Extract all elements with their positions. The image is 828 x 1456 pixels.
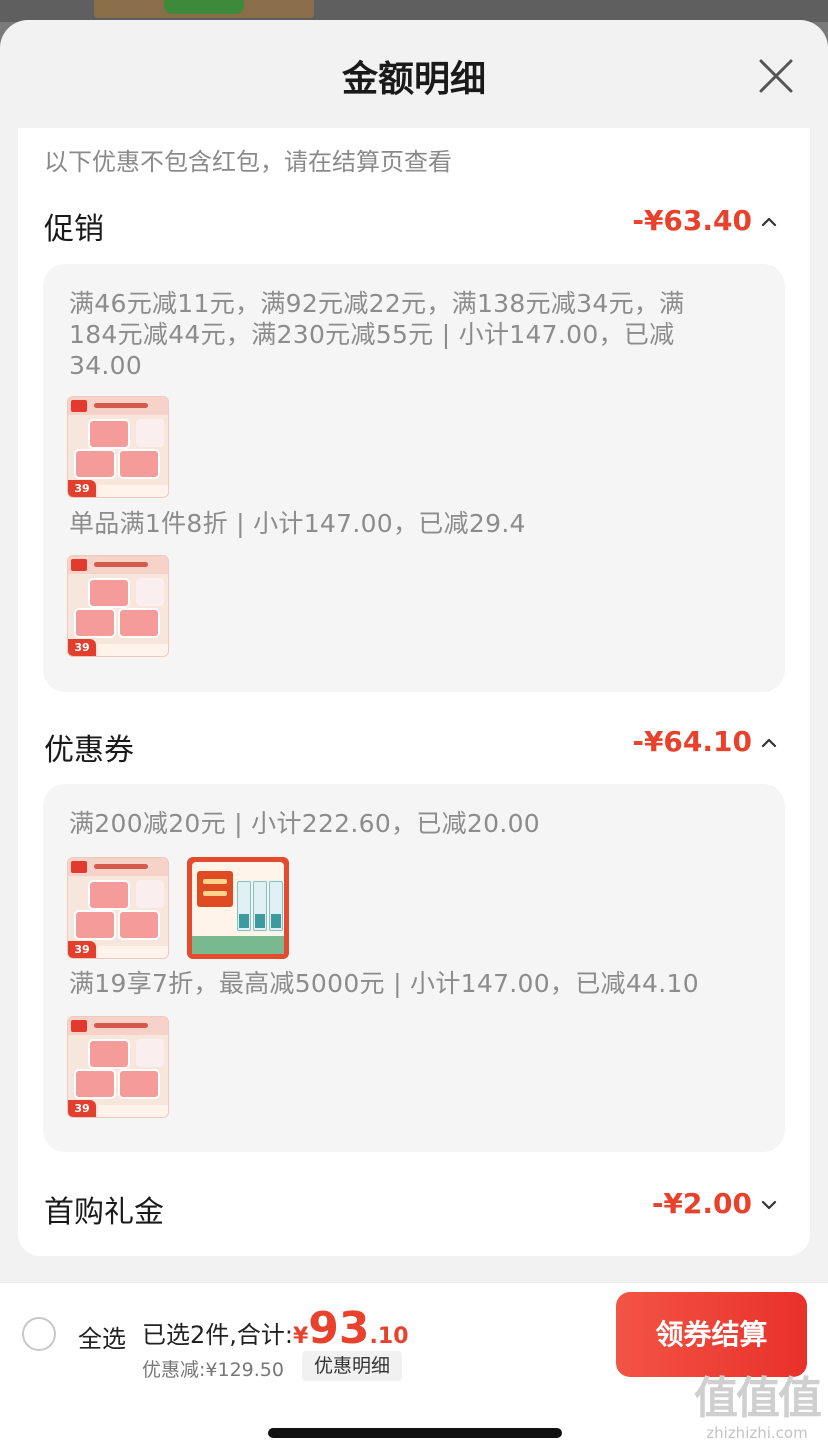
background-page-strip (0, 0, 828, 22)
product-price-tag: 39 (68, 941, 96, 958)
home-indicator[interactable] (268, 1428, 562, 1438)
close-icon[interactable] (758, 58, 794, 94)
total-decimal: .10 (369, 1324, 409, 1349)
promo-rule-1: 满46元减11元，满92元减22元，满138元减34元，满184元减44元，满2… (69, 289, 685, 380)
section-coupon-header[interactable]: 优惠券 -¥64.10 (44, 725, 784, 768)
coupon-rule-1: 满200减20元 | 小计222.60，已减20.00 (69, 809, 540, 838)
discount-note: 以下优惠不包含红包，请在结算页查看 (44, 148, 452, 176)
product-thumbnail: 39 (67, 555, 169, 657)
background-product-image (94, 0, 314, 18)
checkout-button[interactable]: 领券结算 (616, 1292, 807, 1377)
product-thumbnail: 39 (67, 396, 169, 498)
section-first-gift-amount: -¥2.00 (651, 1187, 752, 1220)
select-all-label[interactable]: 全选 (78, 1319, 126, 1354)
coupon-detail-box: 满200减20元 | 小计222.60，已减20.00 39 满19享7折，最高… (43, 784, 785, 1152)
chevron-up-icon[interactable] (758, 206, 780, 236)
chevron-down-icon[interactable] (758, 1189, 780, 1219)
watermark-logo: 值值值 (694, 1373, 822, 1424)
chevron-up-icon[interactable] (758, 727, 780, 757)
promo-detail-box: 满46元减11元，满92元减22元，满138元减34元，满184元减44元，满2… (43, 264, 785, 692)
total-summary: 已选2件,合计:¥93.10 (142, 1303, 409, 1354)
watermark: 值值值 zhizhizhi.com (694, 1373, 822, 1443)
section-first-gift-label: 首购礼金 (44, 1195, 164, 1230)
currency-symbol: ¥ (292, 1324, 309, 1349)
promo-rule-2: 单品满1件8折 | 小计147.00，已减29.4 (69, 509, 526, 538)
section-first-gift-header[interactable]: 首购礼金 -¥2.00 (44, 1187, 784, 1230)
total-integer: 93 (308, 1303, 370, 1354)
product-price-tag: 39 (68, 639, 96, 656)
product-price-tag: 39 (68, 480, 96, 497)
section-coupon-amount: -¥64.10 (632, 725, 752, 758)
section-promo-header[interactable]: 促销 -¥63.40 (44, 204, 784, 247)
product-thumbnail-2 (187, 857, 289, 959)
select-all-radio[interactable] (22, 1317, 56, 1351)
detail-card: 以下优惠不包含红包，请在结算页查看 促销 -¥63.40 满46元减11元，满9… (18, 128, 810, 1256)
sheet-title: 金额明细 (341, 59, 486, 100)
section-promo-amount: -¥63.40 (632, 204, 752, 237)
coupon-rule-2: 满19享7折，最高减5000元 | 小计147.00，已减44.10 (69, 969, 699, 998)
product-thumbnail: 39 (67, 1016, 169, 1118)
product-price-tag: 39 (68, 1100, 96, 1117)
section-promo-label: 促销 (44, 212, 104, 247)
discount-detail-button[interactable]: 优惠明细 (302, 1351, 403, 1381)
selected-count-text: 已选2件,合计: (142, 1321, 293, 1349)
saved-amount: 优惠减:¥129.50 (142, 1359, 284, 1381)
amount-detail-sheet: 金额明细 以下优惠不包含红包，请在结算页查看 促销 -¥63.40 满46元减1… (0, 20, 828, 1456)
checkout-bar: 全选 已选2件,合计:¥93.10 优惠减:¥129.50 优惠明细 领券结算 (0, 1282, 828, 1384)
section-coupon-label: 优惠券 (44, 733, 134, 768)
product-thumbnail: 39 (67, 857, 169, 959)
sheet-header: 金额明细 (0, 20, 828, 128)
watermark-url: zhizhizhi.com (706, 1424, 808, 1442)
